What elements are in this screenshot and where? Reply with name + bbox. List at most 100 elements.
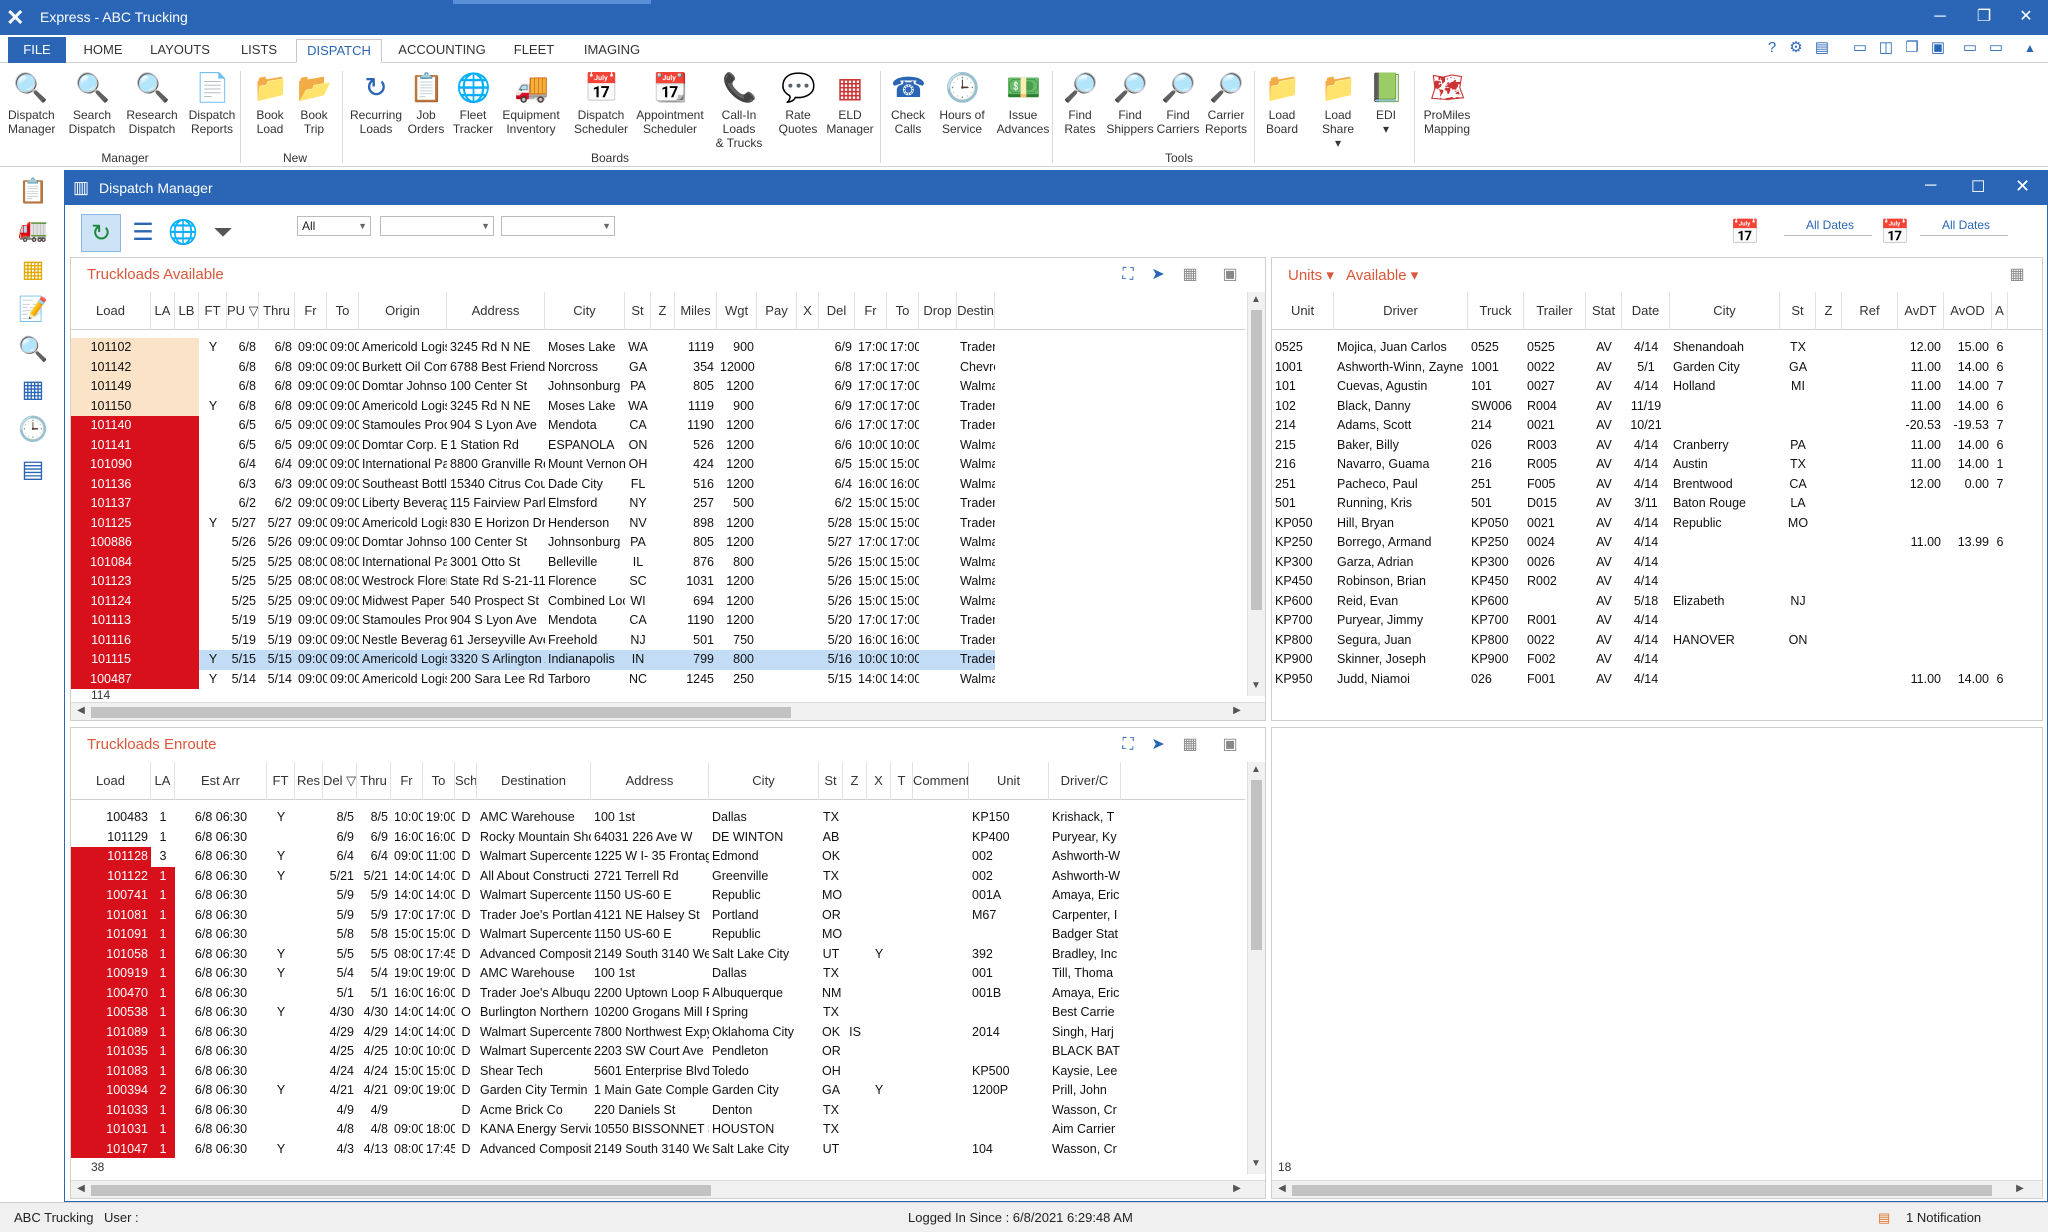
sql-report-icon[interactable]: 🔍 xyxy=(18,335,48,365)
column-header[interactable]: Miles xyxy=(675,292,717,330)
column-header[interactable]: City xyxy=(545,292,625,330)
table-row[interactable]: 100483 1 6/8 06:30 Y 8/5 8/5 10:00 19:00 D AMC Wa… xyxy=(71,808,1121,828)
table-row[interactable]: 1011366/36/309:0009:00Southeast Bottling… xyxy=(71,474,995,494)
column-header[interactable]: Truck xyxy=(1468,292,1524,330)
checklist-icon[interactable]: 📋 xyxy=(18,177,48,207)
column-header[interactable]: Driver/C xyxy=(1049,762,1121,800)
table-row[interactable]: KP800 Segura, Juan KP800 0022 AV 4/14 HANOVER O… xyxy=(1272,631,2008,651)
table-row[interactable]: 0525 Mojica, Juan Carlos 0525 0525 AV 4/14 She… xyxy=(1272,338,2008,358)
layout-2-icon[interactable]: ◫ xyxy=(1876,38,1896,58)
table-icon[interactable]: ▤ xyxy=(18,455,48,485)
table-row[interactable]: 1001 Ashworth-Winn, Zayne 1001 0022 AV 5/1 Gar… xyxy=(1272,358,2008,378)
ribbon-button-find-rates[interactable]: 🔎 Find Rates xyxy=(1060,67,1100,147)
available-horizontal-scrollbar[interactable]: ◀ ▶ xyxy=(71,702,1265,720)
table-row[interactable]: 1011235/255/2508:0008:00Westrock Florenc… xyxy=(71,572,995,592)
column-header[interactable]: AvDT xyxy=(1898,292,1944,330)
scroll-thumb[interactable] xyxy=(1251,310,1262,610)
ribbon-button-find-carriers[interactable]: 🔎 Find Carriers xyxy=(1156,67,1200,147)
table-row[interactable]: 101091 1 6/8 06:30 5/8 5/8 15:00 15:00 D Walmart… xyxy=(71,925,1121,945)
ribbon-button-edi[interactable]: 📗 EDI ▾ xyxy=(1366,67,1406,147)
scroll-right-icon[interactable]: ▶ xyxy=(1229,1183,1245,1194)
column-header[interactable]: Sch xyxy=(455,762,477,800)
table-row[interactable]: 101083 1 6/8 06:30 4/24 4/24 15:00 15:00 D Shear… xyxy=(71,1061,1121,1081)
menu-home[interactable]: HOME xyxy=(74,39,132,63)
column-header[interactable]: City xyxy=(1670,292,1780,330)
column-header[interactable]: Load xyxy=(71,292,151,330)
ribbon-button-load-board[interactable]: 📁 Load Board xyxy=(1262,67,1302,147)
units-status-dropdown[interactable]: Available ▾ xyxy=(1346,266,1418,284)
minimize-button[interactable]: ─ xyxy=(1918,4,1962,30)
ribbon-button-eld-manager[interactable]: ▦ ELD Manager xyxy=(822,67,878,147)
column-header[interactable]: St xyxy=(625,292,651,330)
column-header[interactable]: X xyxy=(797,292,819,330)
layout-6-icon[interactable]: ▭ xyxy=(1986,38,2006,58)
table-row[interactable]: 1011376/26/209:0009:00Liberty Beverages1… xyxy=(71,494,995,514)
column-header[interactable]: To xyxy=(887,292,919,330)
column-header[interactable]: FT xyxy=(267,762,295,800)
menu-layouts[interactable]: LAYOUTS xyxy=(144,39,216,63)
menu-accounting[interactable]: ACCOUNTING xyxy=(394,39,490,63)
units-dropdown[interactable]: Units ▾ xyxy=(1288,266,1334,284)
column-header[interactable]: Z xyxy=(1816,292,1842,330)
column-header[interactable]: Destination xyxy=(477,762,591,800)
column-header[interactable]: Z xyxy=(651,292,675,330)
table-row[interactable]: 100919 1 6/8 06:30 Y 5/4 5/4 19:00 19:00 D AMC Wa… xyxy=(71,964,1121,984)
table-row[interactable]: 101089 1 6/8 06:30 4/29 4/29 14:00 14:00 D Walma… xyxy=(71,1022,1121,1042)
ribbon-button-book-trip[interactable]: 📂 Book Trip xyxy=(294,67,334,147)
table-row[interactable]: 102 Black, Danny SW006 R004 AV 11/19 11.00 14.0… xyxy=(1272,397,2008,417)
column-header[interactable]: City xyxy=(709,762,819,800)
column-header[interactable]: To xyxy=(423,762,455,800)
filter-icon[interactable]: ⏷ xyxy=(203,214,243,252)
table-row[interactable]: 100538 1 6/8 06:30 Y 4/30 4/30 14:00 14:00 O Burl… xyxy=(71,1003,1121,1023)
column-header[interactable]: Unit xyxy=(1272,292,1334,330)
ribbon-button-check-calls[interactable]: ☎ Check Calls xyxy=(886,67,930,147)
ribbon-button-issue-advances[interactable]: 💵 Issue Advances xyxy=(994,67,1052,147)
pointer-icon[interactable]: ➤ xyxy=(1147,734,1169,756)
scroll-down-icon[interactable]: ▼ xyxy=(1248,680,1264,691)
scroll-right-icon[interactable]: ▶ xyxy=(2012,1183,2028,1194)
ribbon-button-dispatch-manager[interactable]: 🔍 Dispatch Manager xyxy=(8,67,55,147)
table-row[interactable]: 1011416/56/509:0009:00Domtar Corp. Espan… xyxy=(71,435,995,455)
ribbon-button-load-share[interactable]: 📁 Load Share ▾ xyxy=(1318,67,1358,150)
column-header[interactable]: AvOD xyxy=(1944,292,1992,330)
table-row[interactable]: 1011165/195/1909:0009:00Nestle Beverage … xyxy=(71,630,995,650)
calendar-left-icon[interactable]: 📅 xyxy=(1725,214,1765,252)
units-horizontal-scrollbar[interactable]: ◀ ▶ xyxy=(1272,1180,2042,1198)
table-row[interactable]: 215 Baker, Billy 026 R003 AV 4/14 Cranberry PA 1… xyxy=(1272,436,2008,456)
table-row[interactable]: 101122 1 6/8 06:30 Y 5/21 5/21 14:00 14:00 D All … xyxy=(71,866,1121,886)
column-header[interactable]: Ref xyxy=(1842,292,1898,330)
table-row[interactable]: KP900 Skinner, Joseph KP900 F002 AV 4/14 xyxy=(1272,650,2008,670)
ribbon-button-hours-of-service[interactable]: 🕒 Hours of Service xyxy=(932,67,992,147)
scroll-left-icon[interactable]: ◀ xyxy=(1274,1183,1290,1194)
table-row[interactable]: KP300 Garza, Adrian KP300 0026 AV 4/14 xyxy=(1272,553,2008,573)
table-row[interactable]: 1011496/86/809:0009:00Domtar Johnsonburg… xyxy=(71,377,995,397)
scroll-down-icon[interactable]: ▼ xyxy=(1248,1158,1264,1169)
column-header[interactable]: Drop xyxy=(919,292,957,330)
table-row[interactable]: 501 Running, Kris 501 D015 AV 3/11 Baton Rouge… xyxy=(1272,494,2008,514)
edit-list-icon[interactable]: 📝 xyxy=(18,295,48,325)
column-header[interactable]: Address xyxy=(591,762,709,800)
column-header[interactable]: Fr xyxy=(391,762,423,800)
ribbon-button-dispatch-reports[interactable]: 📄 Dispatch Reports xyxy=(184,67,240,147)
column-header[interactable]: Thru xyxy=(259,292,295,330)
grid-user-icon[interactable]: ▦ xyxy=(18,375,48,405)
table-row[interactable]: KP700 Puryear, Jimmy KP700 R001 AV 4/14 xyxy=(1272,611,2008,631)
ribbon-button-find-shippers[interactable]: 🔎 Find Shippers xyxy=(1106,67,1154,147)
columns-icon[interactable]: ▦ xyxy=(1179,734,1201,756)
ribbon-button-recurring-loads[interactable]: ↻ Recurring Loads xyxy=(348,67,404,147)
scroll-thumb[interactable] xyxy=(1292,1185,1992,1196)
table-row[interactable]: KP950 Judd, Niamoi 026 F001 AV 4/14 11.00 14.00… xyxy=(1272,670,2008,690)
column-header[interactable]: Est Arr xyxy=(175,762,267,800)
clock-user-icon[interactable]: 🕒 xyxy=(18,415,48,445)
table-row[interactable]: 101129 1 6/8 06:30 6/9 6/9 16:00 16:00 D Rocky M… xyxy=(71,828,1121,848)
scroll-thumb[interactable] xyxy=(91,707,791,718)
table-row[interactable]: 101 Cuevas, Agustin 101 0027 AV 4/14 Holland MI… xyxy=(1272,377,2008,397)
table-row[interactable]: 101081 1 6/8 06:30 5/9 5/9 17:00 17:00 D Trader … xyxy=(71,905,1121,925)
refresh-icon[interactable]: ↻ xyxy=(81,214,121,252)
dates-right-field[interactable]: All Dates xyxy=(1920,216,2008,236)
layout-5-icon[interactable]: ▭ xyxy=(1960,38,1980,58)
menu-imaging[interactable]: IMAGING xyxy=(576,39,648,63)
column-header[interactable]: Stat xyxy=(1586,292,1622,330)
table-row[interactable]: 1010906/46/409:0009:00International Pape… xyxy=(71,455,995,475)
ribbon-button-call-in-loads[interactable]: 📞 Call-In Loads & Trucks xyxy=(706,67,772,150)
